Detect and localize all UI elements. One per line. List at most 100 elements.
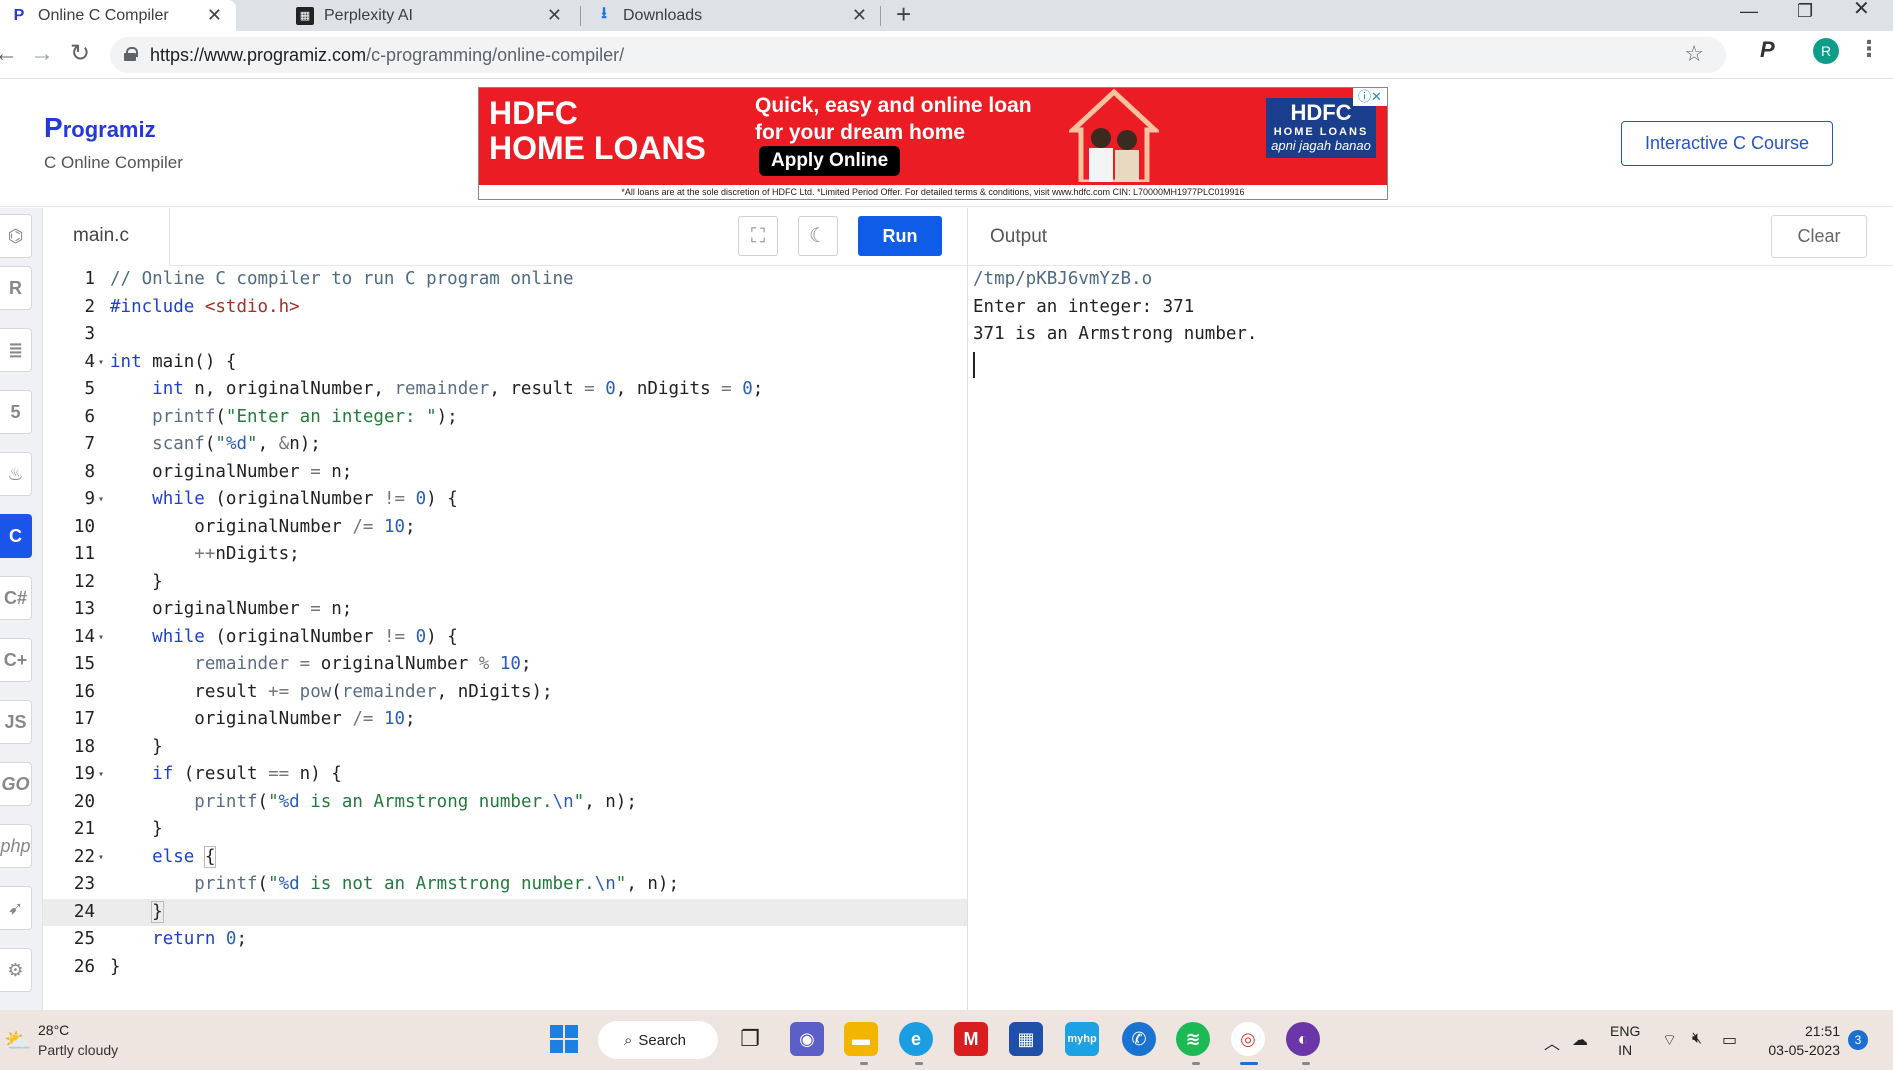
new-tab-button[interactable]: + <box>896 0 911 28</box>
code-line: 6 printf("Enter an integer: "); <box>43 404 968 432</box>
search-label: Search <box>638 1031 686 1049</box>
fold-arrow-icon[interactable]: ▾ <box>95 624 107 652</box>
site-header: Programiz C Online Compiler HDFC HOME LO… <box>0 80 1893 207</box>
r-icon[interactable]: R <box>0 266 32 310</box>
bookmark-star-icon[interactable]: ☆ <box>1684 41 1704 67</box>
browser-tab-strip: P Online C Compiler ✕ ▦ Perplexity AI ✕ … <box>0 0 1893 31</box>
ad-apply-button[interactable]: Apply Online <box>759 146 901 176</box>
url-text[interactable]: https://www.programiz.com/c-programming/… <box>150 45 624 66</box>
task-view-icon[interactable]: ❐ <box>733 1022 767 1056</box>
close-tab-icon[interactable]: ✕ <box>207 5 222 26</box>
cpp-icon[interactable]: C+ <box>0 638 32 682</box>
partly-cloudy-icon[interactable]: ⛅ <box>4 1028 31 1054</box>
go-icon[interactable]: GO <box>0 762 32 806</box>
php-icon[interactable]: php <box>0 824 32 868</box>
notification-badge[interactable]: 3 <box>1848 1030 1868 1050</box>
close-tab-icon[interactable]: ✕ <box>547 5 562 26</box>
php-label: php <box>0 835 31 856</box>
fold-arrow-icon[interactable]: ▾ <box>95 486 107 514</box>
html5-icon[interactable]: 5 <box>0 390 32 434</box>
python-icon[interactable]: ⌬ <box>0 214 32 258</box>
close-tab-icon[interactable]: ✕ <box>852 5 867 26</box>
tab-online-c-compiler[interactable]: P Online C Compiler ✕ <box>0 0 236 31</box>
fold-arrow-icon[interactable]: ▾ <box>95 349 107 377</box>
hdfc-logo-mid: HOME LOANS <box>1273 126 1369 138</box>
code-editor[interactable]: 1// Online C compiler to run C program o… <box>43 266 968 1010</box>
output-console[interactable]: /tmp/pKBJ6vmYzB.o Enter an integer: 371 … <box>968 266 1893 1010</box>
running-indicator <box>860 1062 868 1065</box>
file-explorer-icon[interactable]: ▬ <box>844 1022 878 1056</box>
ad-tagline-1: Quick, easy and online loan <box>755 94 1032 117</box>
sql-icon[interactable]: ≣ <box>0 328 32 372</box>
volume-muted-icon[interactable]: 🔇︎ <box>1692 1030 1702 1048</box>
url-bar[interactable]: https://www.programiz.com/c-programming/… <box>110 37 1726 73</box>
support-chat-icon[interactable]: ✆ <box>1122 1022 1156 1056</box>
tab-downloads[interactable]: ⭳ Downloads ✕ <box>585 0 881 31</box>
browser-menu-icon[interactable]: ⋮ <box>1858 36 1880 62</box>
tab-perplexity[interactable]: ▦ Perplexity AI ✕ <box>286 0 576 31</box>
spotify-icon[interactable]: ≋ <box>1176 1022 1210 1056</box>
battery-icon[interactable]: ▭ <box>1722 1030 1737 1050</box>
reload-button[interactable]: ↻ <box>70 40 90 68</box>
code-line: 18 } <box>43 734 968 762</box>
js-label: JS <box>4 711 27 732</box>
hdfc-ad-banner[interactable]: HDFC HOME LOANS Quick, easy and online l… <box>478 87 1388 200</box>
code-line: 25 return 0; <box>43 926 968 954</box>
forward-button[interactable]: → <box>30 40 54 68</box>
back-button[interactable]: ← <box>0 40 18 68</box>
windows-start-icon[interactable] <box>547 1022 581 1056</box>
microsoft-store-icon[interactable]: ▦ <box>1009 1022 1043 1056</box>
code-line: 15 remainder = originalNumber % 10; <box>43 651 968 679</box>
clock-date: 03-05-2023 <box>1768 1042 1840 1058</box>
programiz-logo[interactable]: Programiz <box>44 112 156 144</box>
system-clock[interactable]: 21:51 03-05-2023 <box>1760 1022 1840 1060</box>
fullscreen-icon[interactable]: ⛶ <box>738 216 778 256</box>
taskbar-search[interactable]: ⌕ Search <box>598 1021 718 1059</box>
interactive-course-button[interactable]: Interactive C Course <box>1621 121 1833 166</box>
weather-description[interactable]: Partly cloudy <box>38 1042 118 1058</box>
wifi-icon[interactable]: ⌔ <box>1662 1030 1677 1050</box>
lock-icon <box>124 47 138 61</box>
logo-text: rogramiz <box>62 117 156 142</box>
dark-mode-moon-icon[interactable]: ☾ <box>798 216 838 256</box>
github-desktop-icon[interactable]: ◐ <box>1286 1022 1320 1056</box>
tab-separator <box>580 6 581 26</box>
teams-chat-icon[interactable]: ◉ <box>790 1022 824 1056</box>
extension-icon[interactable]: P <box>1760 37 1775 63</box>
output-line: Enter an integer: 371 <box>973 296 1195 317</box>
url-path: /c-programming/online-compiler/ <box>366 45 625 65</box>
chevron-up-icon[interactable]: ︿ <box>1544 1030 1560 1054</box>
active-app-indicator <box>1240 1062 1258 1065</box>
output-label: Output <box>990 226 1048 247</box>
myhp-icon[interactable]: myhp <box>1065 1022 1099 1056</box>
onedrive-icon[interactable]: ☁ <box>1572 1030 1588 1050</box>
file-tab-main-c[interactable]: main.c <box>43 208 170 266</box>
code-line: 10 originalNumber /= 10; <box>43 514 968 542</box>
rust-icon[interactable]: ⚙ <box>0 948 32 992</box>
fold-arrow-icon[interactable]: ▾ <box>95 844 107 872</box>
minimize-button[interactable]: — <box>1740 2 1758 20</box>
swift-icon[interactable]: ➹ <box>0 886 32 930</box>
language-indicator[interactable]: ENG IN <box>1610 1022 1640 1060</box>
ad-brand-line2: HOME LOANS <box>489 130 706 166</box>
running-indicator <box>915 1062 923 1065</box>
js-icon[interactable]: JS <box>0 700 32 744</box>
clear-button[interactable]: Clear <box>1771 215 1867 258</box>
code-line: 4 ▾ int main() { <box>43 349 968 377</box>
c-icon[interactable]: C <box>0 514 32 558</box>
edge-browser-icon[interactable]: e <box>899 1022 933 1056</box>
csharp-icon[interactable]: C# <box>0 576 32 620</box>
chrome-icon[interactable]: ◎ <box>1231 1022 1265 1056</box>
profile-avatar[interactable]: R <box>1813 38 1839 64</box>
close-window-button[interactable]: ✕ <box>1853 0 1870 19</box>
run-button[interactable]: Run <box>858 216 942 256</box>
mcafee-icon[interactable]: M <box>954 1022 988 1056</box>
java-icon[interactable]: ♨ <box>0 452 32 496</box>
code-line-active: 24 } <box>43 898 968 926</box>
editor-toolbar: main.c ⛶ ☾ Run <box>43 208 968 266</box>
restore-button[interactable]: ❐ <box>1797 2 1813 20</box>
ad-choices-icon[interactable]: ⓘ✕ <box>1353 88 1387 106</box>
weather-temperature[interactable]: 28°C <box>38 1022 69 1038</box>
fold-arrow-icon[interactable]: ▾ <box>95 761 107 789</box>
windows-taskbar: ⛅ 28°C Partly cloudy ⌕ Search ❐ ◉ ▬ e M ▦… <box>0 1010 1893 1070</box>
